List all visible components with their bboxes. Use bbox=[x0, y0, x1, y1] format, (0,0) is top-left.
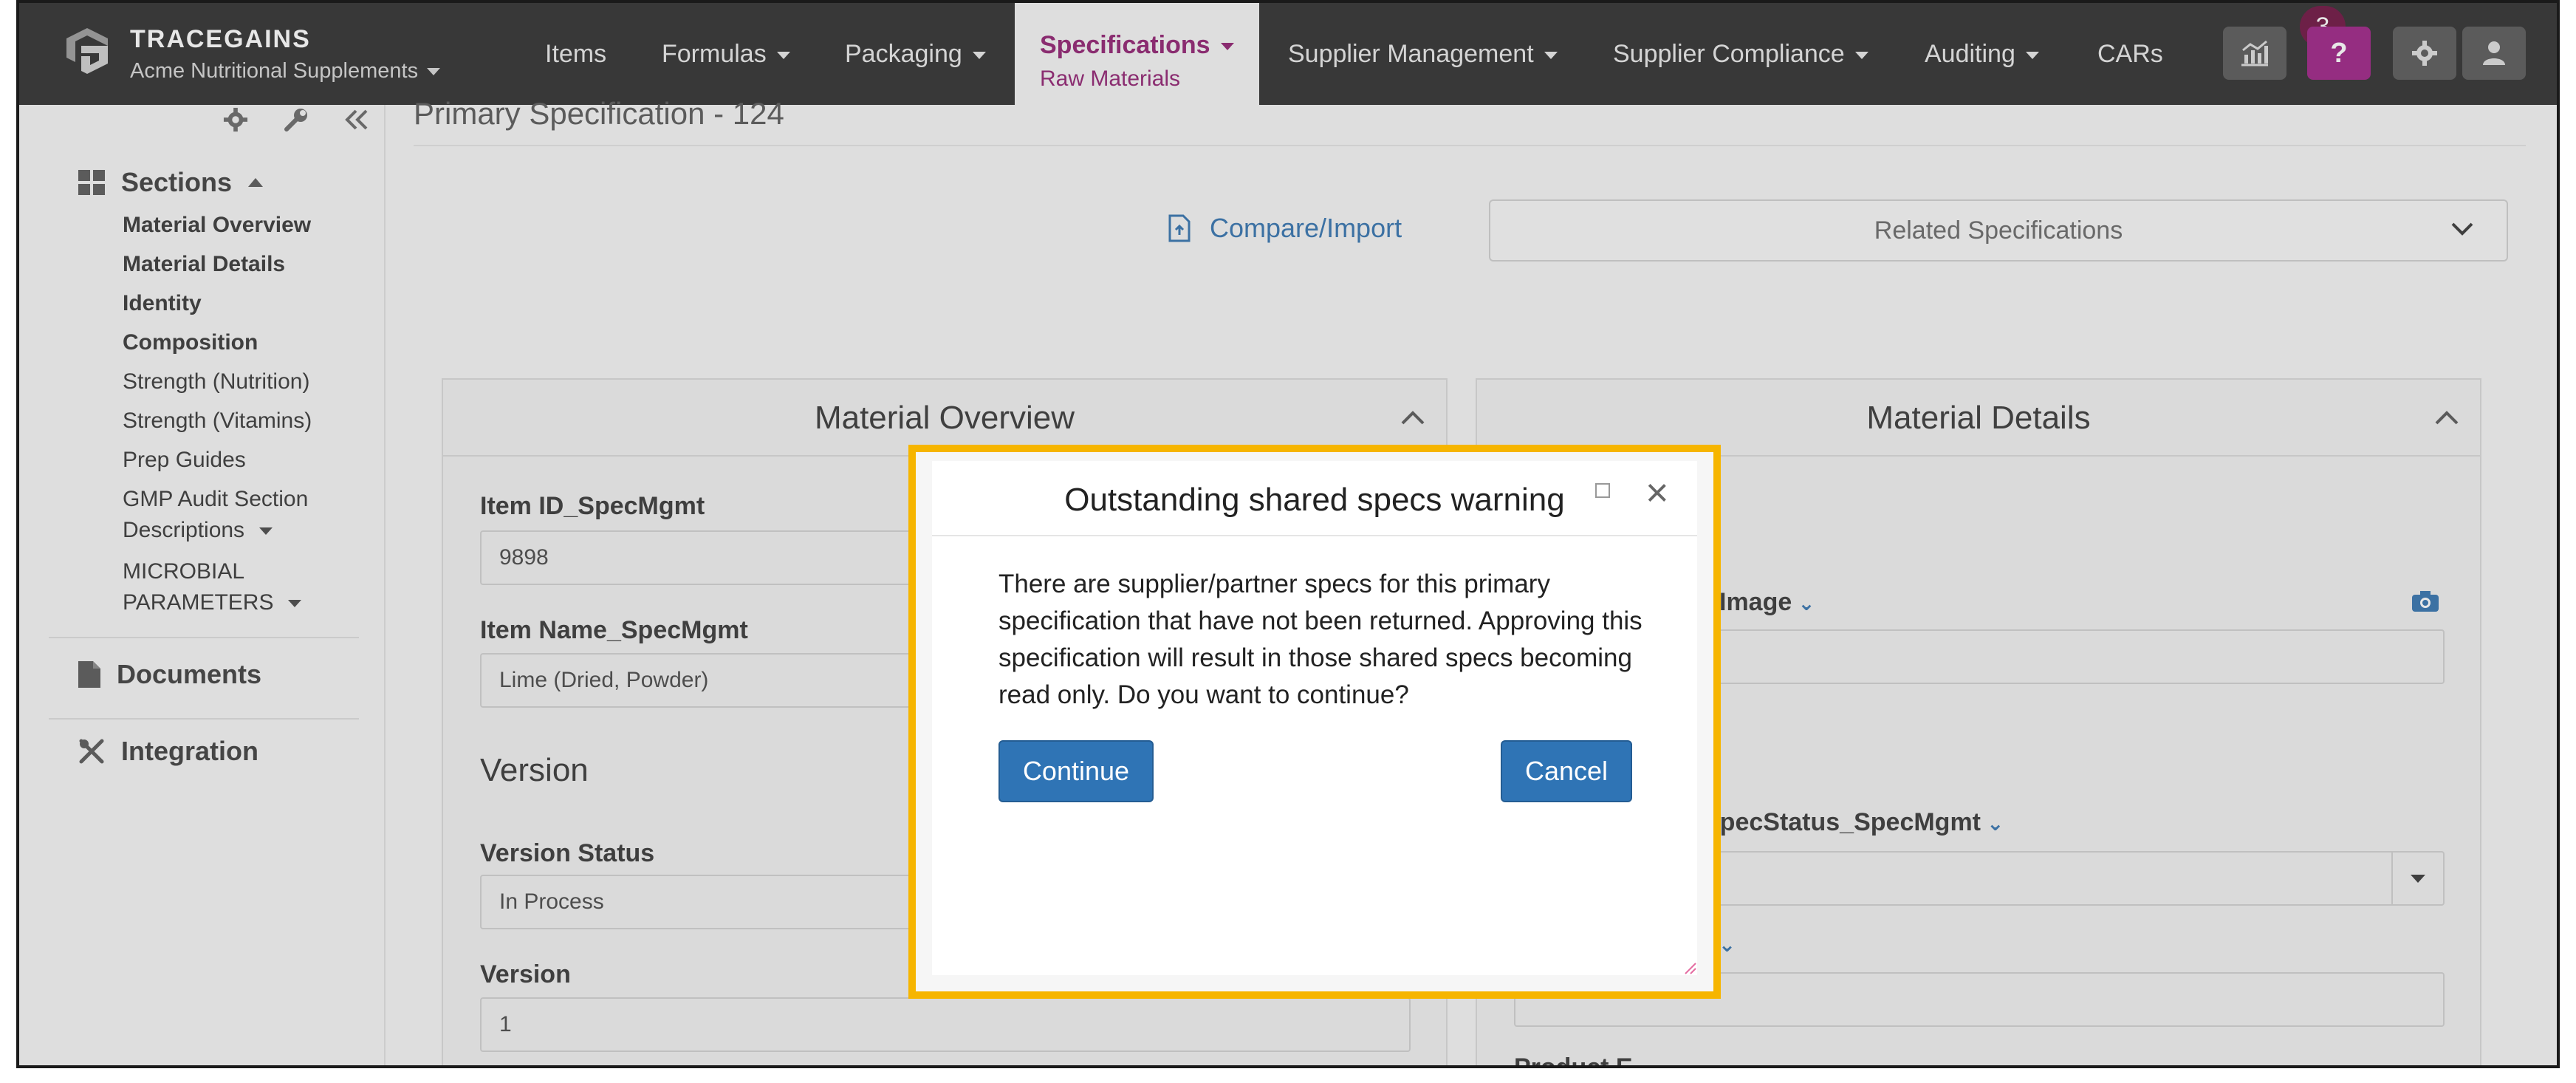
cancel-button[interactable]: Cancel bbox=[1501, 740, 1632, 802]
close-icon[interactable]: × bbox=[1645, 473, 1669, 513]
modal-title: Outstanding shared specs warning bbox=[1064, 482, 1565, 518]
continue-button[interactable]: Continue bbox=[998, 740, 1154, 802]
shared-specs-warning-dialog: Outstanding shared specs warning × There… bbox=[932, 461, 1697, 975]
app-window: TRACEGAINS Acme Nutritional Supplements … bbox=[16, 0, 2560, 1068]
resize-grip-icon[interactable] bbox=[1679, 957, 1697, 975]
modal-divider bbox=[932, 535, 1697, 536]
maximize-icon[interactable] bbox=[1595, 483, 1610, 498]
modal-message: There are supplier/partner specs for thi… bbox=[998, 570, 1642, 709]
